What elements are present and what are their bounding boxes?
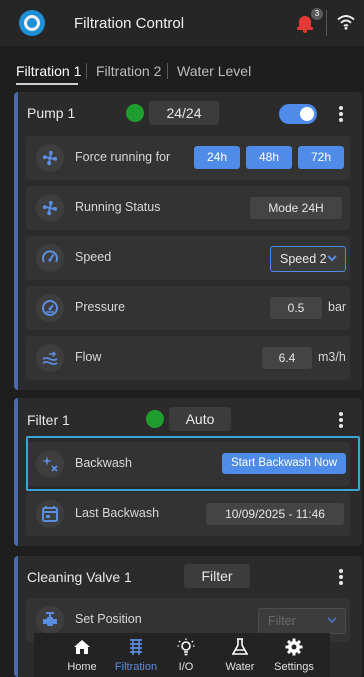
lightbulb-icon [177, 638, 195, 656]
force-running-row: Force running for 24h 48h 72h [26, 136, 350, 180]
speed-select[interactable]: Speed 2 [270, 246, 346, 272]
running-status-value: Mode 24H [250, 197, 342, 219]
filtration-icon [130, 639, 142, 655]
app-title: Filtration Control [74, 15, 185, 32]
set-position-select[interactable]: Filter [258, 608, 346, 634]
pressure-label: Pressure [75, 300, 126, 314]
flask-icon [231, 638, 249, 655]
nav-settings[interactable]: Settings [268, 633, 320, 677]
pump-schedule: 24/24 [149, 101, 219, 125]
tab-divider [167, 63, 168, 79]
speed-label: Speed [75, 250, 112, 264]
nav-home[interactable]: Home [56, 633, 108, 677]
fan-icon [36, 194, 64, 222]
speed-row: Speed Speed 2 [26, 236, 350, 280]
nav-home-label: Home [67, 661, 97, 673]
header-divider [326, 10, 327, 36]
last-backwash-row: Last Backwash 10/09/2025 - 11:46 [26, 492, 350, 536]
force-48h-button[interactable]: 48h [246, 146, 292, 169]
nav-water[interactable]: Water [214, 633, 266, 677]
tab-divider [86, 63, 87, 79]
app-logo [19, 10, 45, 36]
running-status-row: Running Status Mode 24H [26, 186, 350, 230]
home-icon [74, 640, 90, 654]
bottom-navigation: Home Filtration I/O Water Settings [34, 633, 330, 677]
tab-water-level[interactable]: Water Level [177, 63, 251, 79]
app-header: Filtration Control 3 [0, 0, 364, 46]
last-backwash-value: 10/09/2025 - 11:46 [206, 503, 344, 525]
pump-title: Pump 1 [27, 105, 76, 121]
valve-mode: Filter [184, 564, 250, 588]
force-72h-button[interactable]: 72h [298, 146, 344, 169]
nav-water-label: Water [225, 661, 255, 673]
flow-unit: m3/h [318, 350, 346, 364]
tab-filtration-1[interactable]: Filtration 1 [16, 63, 81, 79]
speedometer-icon [36, 244, 64, 272]
valve-title: Cleaning Valve 1 [27, 569, 132, 585]
chevron-down-icon [327, 617, 337, 624]
nav-io[interactable]: I/O [166, 633, 206, 677]
tab-bar: Filtration 1 Filtration 2 Water Level [0, 56, 364, 86]
tab-filtration-2[interactable]: Filtration 2 [96, 63, 161, 79]
filter-more-menu-icon[interactable] [339, 412, 343, 428]
valve-icon [36, 606, 64, 634]
gear-icon [285, 638, 303, 656]
fan-icon [36, 144, 64, 172]
nav-io-label: I/O [178, 661, 194, 673]
filter-title: Filter 1 [27, 412, 70, 428]
set-position-value: Filter [268, 614, 296, 628]
chevron-down-icon [327, 255, 337, 262]
calendar-icon [36, 500, 64, 528]
pressure-row: Pressure 0.5 bar [26, 286, 350, 330]
pump-more-menu-icon[interactable] [339, 106, 343, 122]
flow-label: Flow [75, 350, 102, 364]
force-24h-button[interactable]: 24h [194, 146, 240, 169]
filter-status-indicator [146, 410, 164, 428]
pump-card: Pump 1 24/24 Force running for 24h 48h 7… [14, 92, 362, 390]
filter-mode: Auto [169, 407, 231, 431]
pump-enable-toggle[interactable] [279, 104, 317, 124]
running-status-label: Running Status [75, 200, 161, 214]
set-position-label: Set Position [75, 612, 142, 626]
flow-waves-icon [36, 344, 64, 372]
speed-select-value: Speed 2 [280, 252, 327, 266]
last-backwash-label: Last Backwash [75, 506, 160, 520]
selection-highlight [26, 436, 360, 491]
notification-badge: 3 [311, 8, 323, 20]
nav-settings-label: Settings [274, 661, 314, 673]
force-running-label: Force running for [75, 150, 171, 164]
pressure-gauge-icon [36, 294, 64, 322]
pump-status-indicator [126, 104, 144, 122]
valve-more-menu-icon[interactable] [339, 569, 343, 585]
bell-icon[interactable] [297, 14, 313, 33]
flow-row: Flow 6.4 m3/h [26, 336, 350, 380]
pressure-unit: bar [328, 300, 347, 314]
active-tab-indicator [16, 83, 78, 85]
flow-value: 6.4 [262, 347, 312, 369]
nav-filtration[interactable]: Filtration [110, 633, 162, 677]
pressure-value: 0.5 [270, 297, 322, 319]
wifi-icon [337, 15, 355, 30]
nav-filtration-label: Filtration [114, 661, 158, 673]
